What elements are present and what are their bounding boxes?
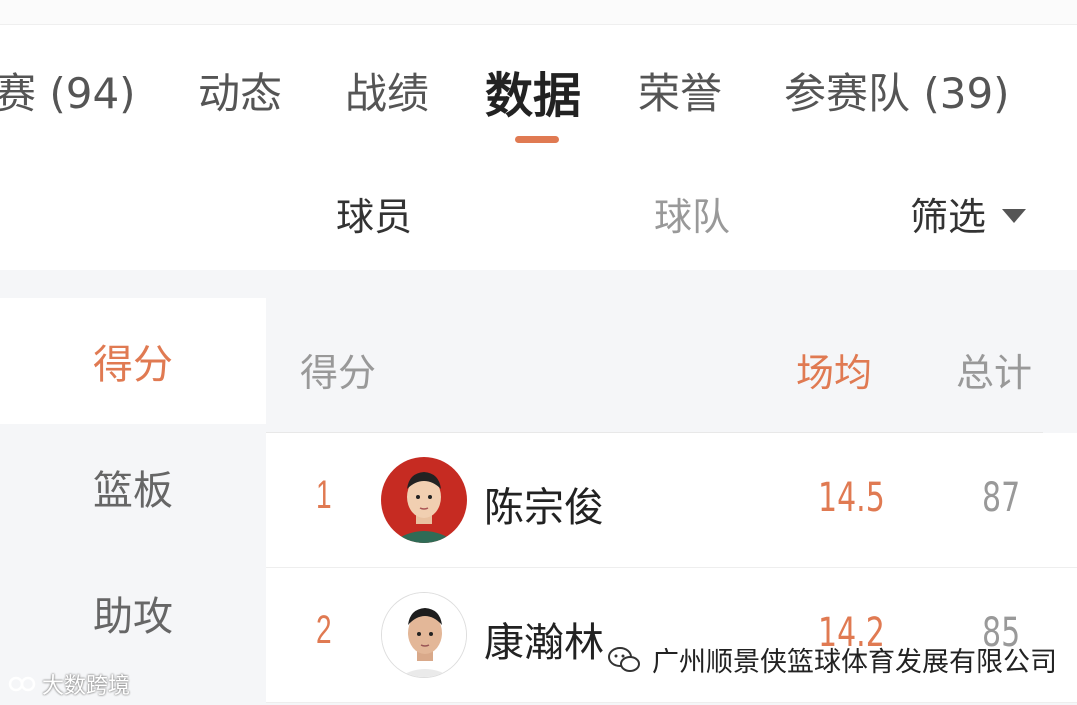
table-header: 得分 场均 总计 xyxy=(266,298,1043,433)
watermark-right: 广州顺景侠篮球体育发展有限公司 xyxy=(606,640,1057,679)
header-average[interactable]: 场均 xyxy=(796,342,872,397)
tab-matches[interactable]: 赛 (94) xyxy=(0,60,136,121)
wechat-icon xyxy=(608,646,640,672)
player-avatar xyxy=(381,457,467,543)
sidebar-item-label: 得分 xyxy=(93,342,173,388)
sidebar-item-label: 助攻 xyxy=(93,594,173,640)
watermark-left-text: 大数跨境 xyxy=(42,674,131,699)
subtab-players[interactable]: 球员 xyxy=(336,186,412,241)
average-value: 14.5 xyxy=(818,475,885,521)
sidebar-item-assists[interactable]: 助攻 xyxy=(0,550,266,676)
rank-number: 2 xyxy=(316,608,332,652)
player-avatar xyxy=(381,592,467,678)
tab-teams[interactable]: 参赛队 (39) xyxy=(784,60,1010,121)
filter-label: 筛选 xyxy=(910,195,987,239)
sidebar-item-label: 篮板 xyxy=(93,468,173,514)
subtab-teams[interactable]: 球队 xyxy=(654,186,730,241)
tab-data[interactable]: 数据 xyxy=(485,56,581,126)
player-name: 康瀚林 xyxy=(484,620,604,666)
header-total[interactable]: 总计 xyxy=(956,342,1032,397)
sidebar-item-rebounds[interactable]: 篮板 xyxy=(0,424,266,550)
rank-number: 1 xyxy=(316,473,332,517)
table-row[interactable]: 1 陈宗俊 14.5 87 xyxy=(266,433,1077,568)
player-name: 陈宗俊 xyxy=(484,485,604,531)
total-value: 87 xyxy=(982,475,1021,521)
watermark-right-text: 广州顺景侠篮球体育发展有限公司 xyxy=(652,647,1057,678)
sidebar-item-points[interactable]: 得分 xyxy=(0,298,266,424)
active-tab-indicator xyxy=(515,136,559,143)
caret-down-icon xyxy=(1002,208,1027,223)
brand-logo-icon xyxy=(8,676,36,692)
filter-dropdown[interactable]: 筛选 xyxy=(910,186,1027,241)
top-bar xyxy=(0,0,1077,25)
tab-record[interactable]: 战绩 xyxy=(345,60,429,121)
header-category: 得分 xyxy=(300,351,377,395)
tab-news[interactable]: 动态 xyxy=(198,60,282,121)
main-tabs: 赛 (94) 动态 战绩 数据 荣誉 参赛队 (39) xyxy=(0,40,1077,150)
tab-honors[interactable]: 荣誉 xyxy=(638,60,722,121)
table-row[interactable]: 2 康瀚林 14.2 85 xyxy=(266,568,1077,703)
watermark-left: 大数跨境 xyxy=(8,668,130,700)
